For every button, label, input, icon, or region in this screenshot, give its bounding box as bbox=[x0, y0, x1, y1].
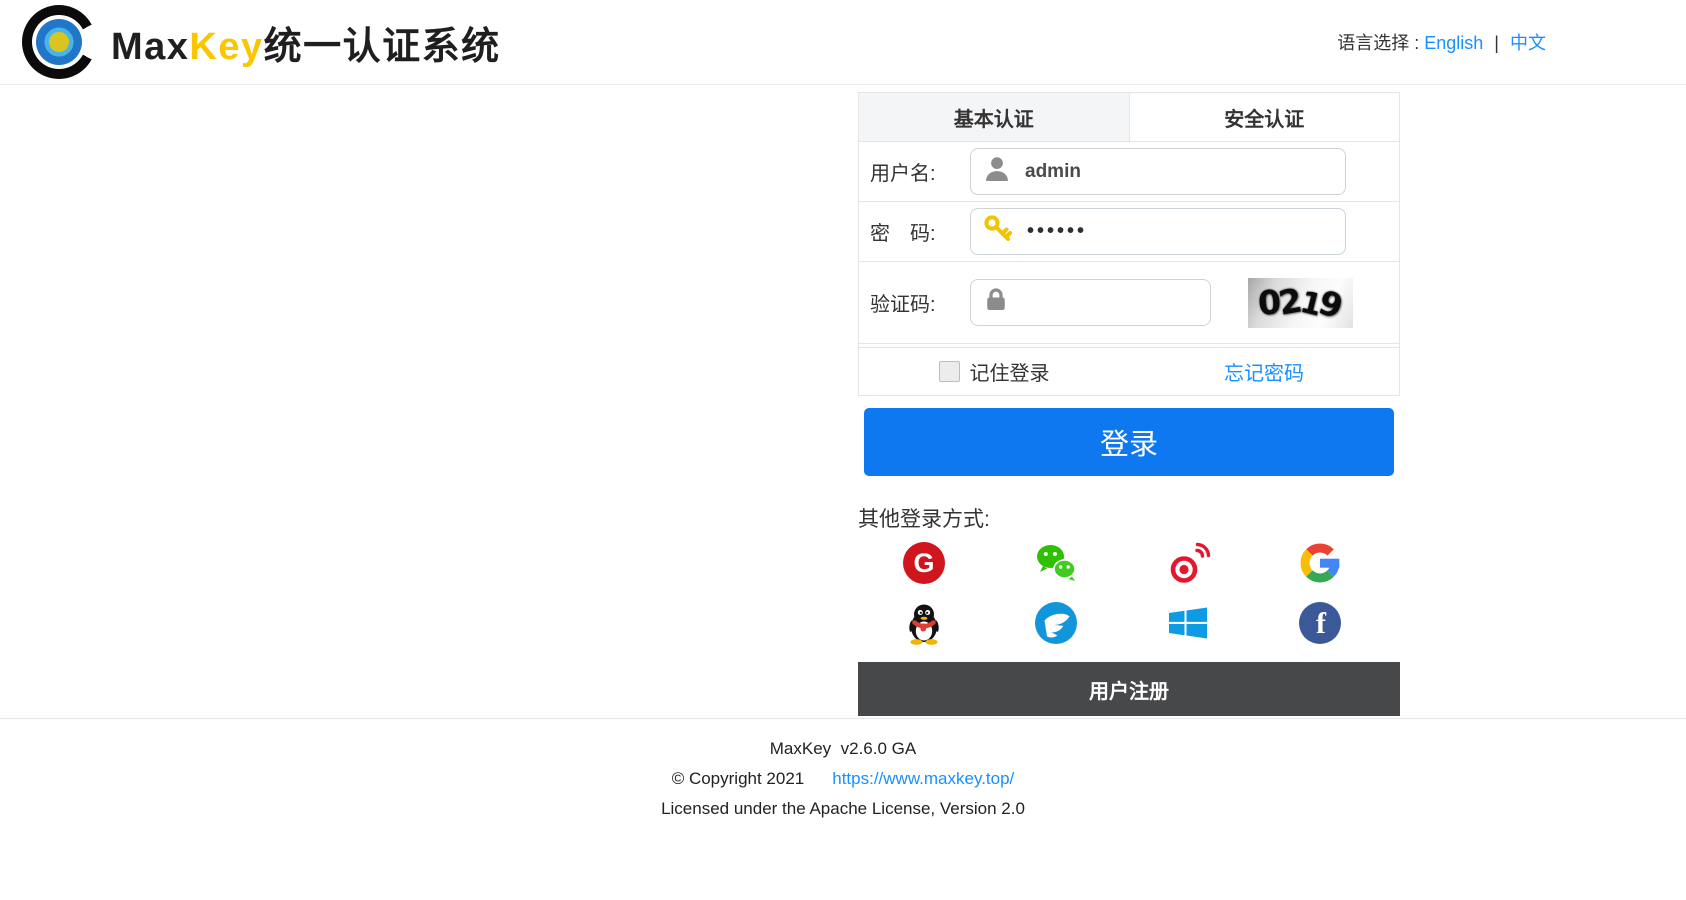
dingtalk-login-icon[interactable] bbox=[1032, 599, 1080, 647]
footer-copyright: © Copyright 2021 bbox=[671, 769, 805, 788]
google-login-icon[interactable] bbox=[1296, 539, 1344, 587]
register-button[interactable]: 用户注册 bbox=[858, 662, 1400, 716]
title-suffix: 统一认证系统 bbox=[263, 25, 501, 68]
tab-secure-auth[interactable]: 安全认证 bbox=[1129, 93, 1399, 141]
wechat-login-icon[interactable] bbox=[1032, 539, 1080, 587]
tab-basic-auth[interactable]: 基本认证 bbox=[859, 93, 1130, 141]
password-row: 密 码: bbox=[859, 202, 1399, 262]
password-label: 密 码: bbox=[870, 223, 936, 245]
facebook-login-icon[interactable]: f bbox=[1296, 599, 1344, 647]
login-panel: 基本认证 安全认证 用户名: 密 码: bbox=[858, 92, 1400, 716]
footer-version: MaxKey v2.6.0 GA bbox=[769, 739, 917, 758]
maxkey-logo-icon bbox=[22, 5, 96, 79]
footer-copyright-line: © Copyright 2021 https://www.maxkey.top/ bbox=[0, 767, 1686, 791]
captcha-image[interactable]: 0219 bbox=[1248, 277, 1353, 328]
auth-tabs: 基本认证 安全认证 bbox=[858, 92, 1400, 142]
main-area: 基本认证 安全认证 用户名: 密 码: bbox=[0, 85, 1686, 718]
language-chinese-link[interactable]: 中文 bbox=[1510, 33, 1546, 53]
language-selector: 语言选择 : English | 中文 bbox=[1337, 29, 1546, 55]
captcha-input[interactable] bbox=[1021, 290, 1200, 315]
captcha-label: 验证码: bbox=[870, 294, 936, 316]
remember-group: 记住登录 bbox=[859, 357, 1129, 386]
language-separator: | bbox=[1494, 33, 1499, 53]
language-label: 语言选择 : bbox=[1337, 33, 1420, 53]
captcha-input-box bbox=[970, 279, 1211, 326]
username-input-box bbox=[970, 148, 1346, 195]
remember-label: 记住登录 bbox=[969, 363, 1050, 385]
password-input-box bbox=[970, 208, 1346, 255]
username-label: 用户名: bbox=[870, 163, 936, 185]
weibo-login-icon[interactable] bbox=[1164, 539, 1212, 587]
qq-login-icon[interactable] bbox=[900, 599, 948, 647]
other-login-methods-label: 其他登录方式: bbox=[858, 508, 990, 531]
username-row: 用户名: bbox=[859, 142, 1399, 202]
login-button[interactable]: 登录 bbox=[864, 408, 1394, 476]
title-key: Key bbox=[189, 25, 264, 68]
username-input[interactable] bbox=[1023, 159, 1335, 184]
svg-text:f: f bbox=[1316, 607, 1327, 640]
user-icon bbox=[981, 153, 1013, 190]
lock-icon bbox=[981, 285, 1011, 320]
footer-site-link[interactable]: https://www.maxkey.top/ bbox=[832, 769, 1014, 788]
login-form: 用户名: 密 码: bbox=[858, 142, 1400, 396]
page-title: MaxKey统一认证系统 bbox=[111, 15, 501, 70]
key-icon bbox=[981, 212, 1015, 251]
footer: MaxKey v2.6.0 GA © Copyright 2021 https:/… bbox=[0, 718, 1686, 821]
captcha-row: 验证码: 0219 bbox=[859, 262, 1399, 344]
header: MaxKey统一认证系统 语言选择 : English | 中文 bbox=[0, 0, 1686, 85]
remember-checkbox[interactable] bbox=[938, 361, 960, 382]
forgot-password-link[interactable]: 忘记密码 bbox=[1224, 357, 1304, 386]
remember-row: 记住登录 忘记密码 bbox=[859, 347, 1399, 395]
footer-license: Licensed under the Apache License, Versi… bbox=[661, 799, 1025, 818]
social-login-providers: G f bbox=[858, 539, 1400, 647]
title-max: Max bbox=[111, 25, 190, 68]
gitee-login-icon[interactable]: G bbox=[900, 539, 948, 587]
svg-text:G: G bbox=[913, 548, 934, 578]
forgot-group: 忘记密码 bbox=[1129, 357, 1399, 386]
brand: MaxKey统一认证系统 bbox=[22, 5, 501, 79]
language-english-link[interactable]: English bbox=[1424, 33, 1483, 53]
password-input[interactable] bbox=[1025, 219, 1335, 244]
windows-login-icon[interactable] bbox=[1164, 599, 1212, 647]
